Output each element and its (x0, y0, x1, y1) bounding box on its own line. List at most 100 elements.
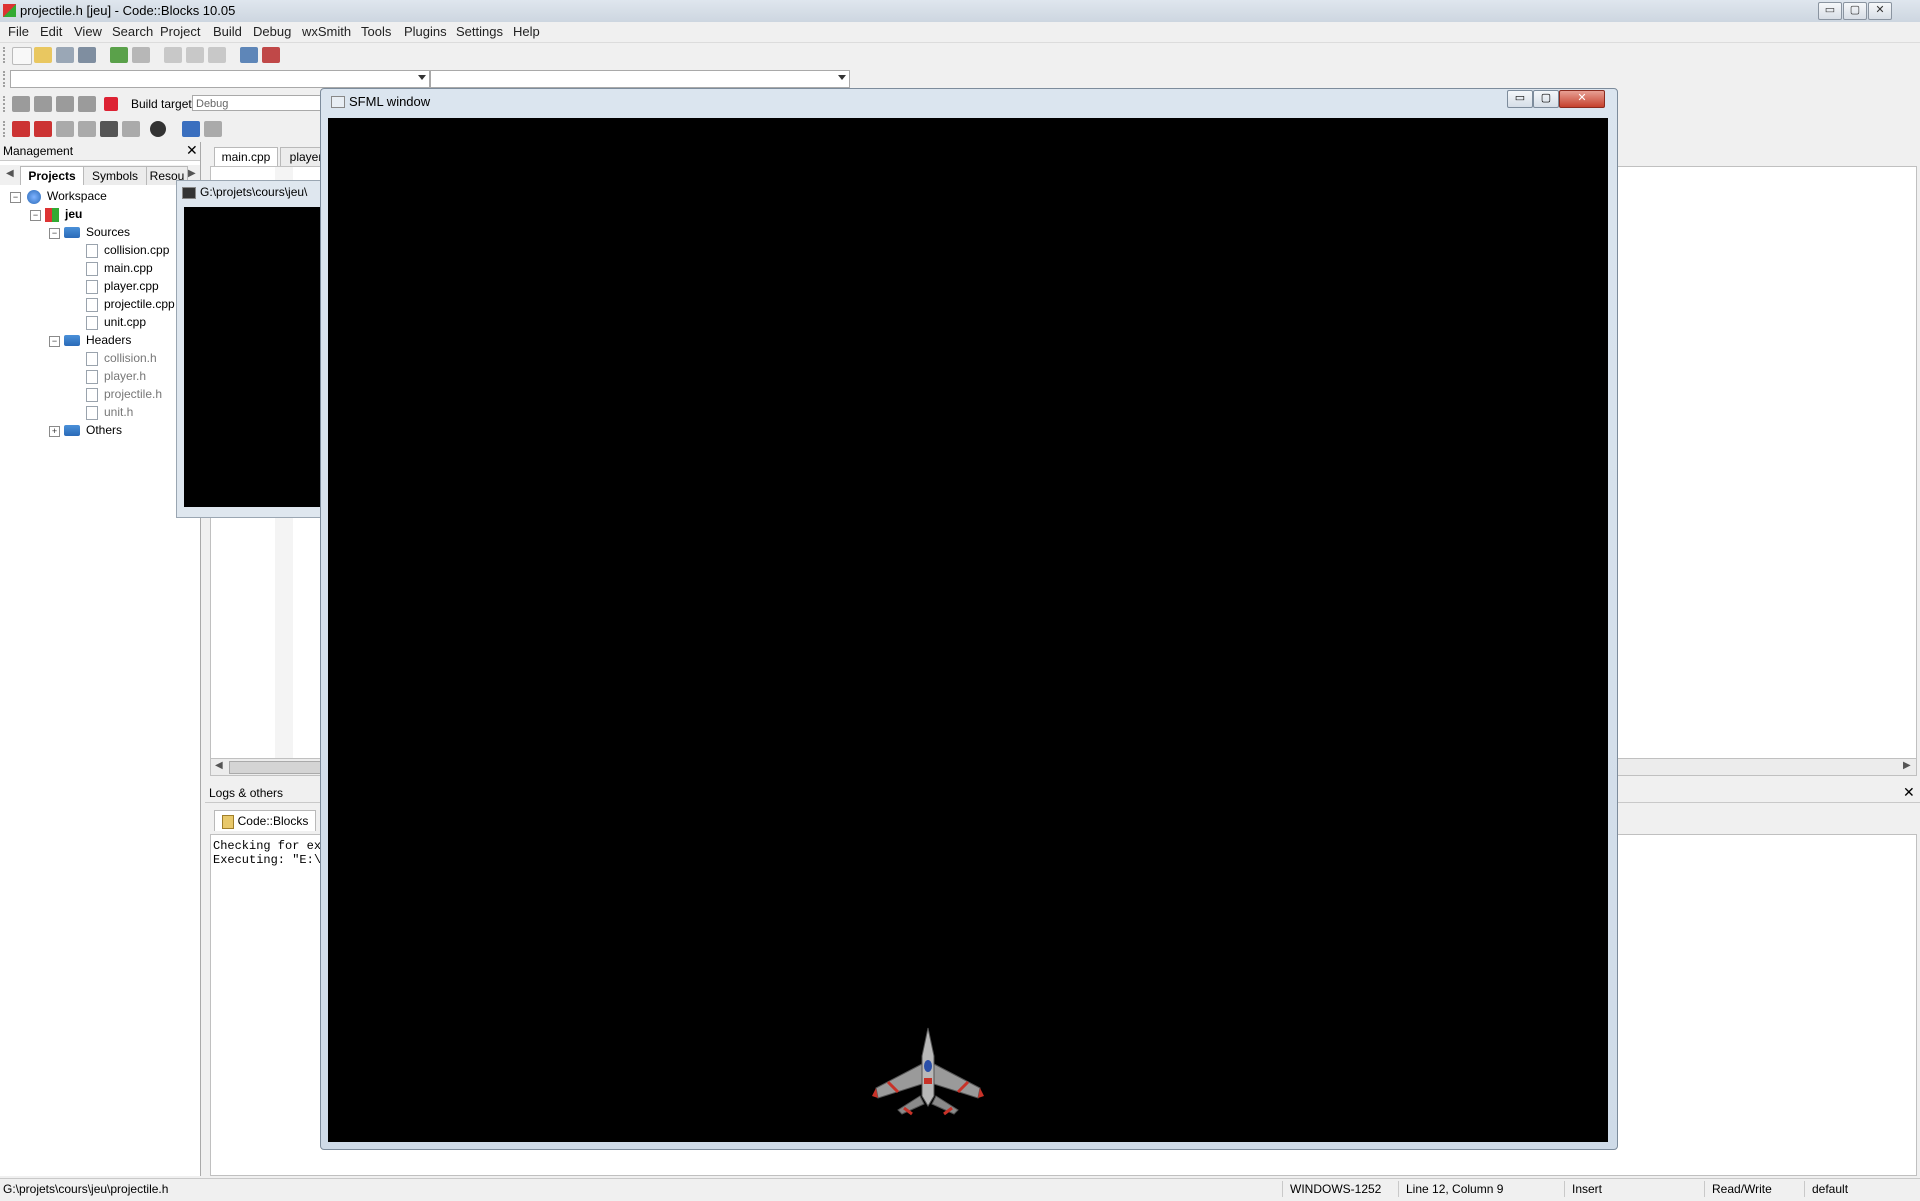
file-icon (86, 261, 98, 276)
menu-view[interactable]: View (74, 24, 102, 39)
toolbar-grip[interactable] (3, 96, 8, 112)
menu-project[interactable]: Project (160, 24, 200, 39)
tree-file[interactable]: collision.cpp (86, 241, 169, 259)
find-icon[interactable] (240, 47, 258, 63)
close-button[interactable]: ✕ (1868, 2, 1892, 20)
file-label: player.h (104, 369, 147, 383)
build-target-combo[interactable]: Debug (192, 95, 322, 111)
debug-windows-icon[interactable] (182, 121, 200, 137)
paste-icon[interactable] (208, 47, 226, 63)
sfml-close-button[interactable]: ✕ (1559, 90, 1605, 108)
menu-debug[interactable]: Debug (253, 24, 291, 39)
step-into-icon[interactable] (78, 121, 96, 137)
tree-folder-sources[interactable]: Sources (64, 223, 130, 241)
replace-icon[interactable] (262, 47, 280, 63)
close-panel-icon[interactable]: ✕ (186, 142, 198, 159)
save-icon[interactable] (56, 47, 74, 63)
tree-project-jeu[interactable]: jeu (45, 205, 82, 223)
status-lang: default (1812, 1182, 1849, 1196)
menu-build[interactable]: Build (213, 24, 242, 39)
collapse-icon[interactable]: − (49, 228, 60, 239)
tree-file[interactable]: player.cpp (86, 277, 159, 295)
tree-file[interactable]: main.cpp (86, 259, 153, 277)
management-header: Management ✕ (0, 142, 200, 161)
tree-file[interactable]: projectile.cpp (86, 295, 175, 313)
build-target-label: Build target: (131, 97, 196, 111)
status-path: G:\projets\cours\jeu\projectile.h (3, 1182, 169, 1196)
save-all-icon[interactable] (78, 47, 96, 63)
function-combo[interactable] (430, 70, 850, 88)
open-icon[interactable] (34, 47, 52, 63)
folder-label: Headers (86, 333, 132, 347)
menu-help[interactable]: Help (513, 24, 540, 39)
chevron-left-icon[interactable]: ◀ (6, 168, 14, 179)
menu-tools[interactable]: Tools (361, 24, 391, 39)
tab-codeblocks-log[interactable]: Code::Blocks (214, 810, 316, 831)
stop-debug-icon[interactable] (150, 121, 166, 137)
menu-settings[interactable]: Settings (456, 24, 503, 39)
console-title-bar[interactable]: G:\projets\cours\jeu\ (177, 181, 327, 203)
collapse-icon[interactable]: − (10, 192, 21, 203)
chevron-right-icon[interactable]: ▶ (188, 168, 196, 179)
tree-file[interactable]: projectile.h (86, 385, 162, 403)
close-panel-icon[interactable]: ✕ (1903, 784, 1915, 801)
sfml-maximize-button[interactable]: ▢ (1533, 90, 1559, 108)
scope-combo[interactable] (10, 70, 430, 88)
menu-wxsmith[interactable]: wxSmith (302, 24, 351, 39)
minimize-button[interactable]: ▭ (1818, 2, 1842, 20)
info-icon[interactable] (204, 121, 222, 137)
run-icon[interactable] (34, 96, 52, 112)
undo-icon[interactable] (110, 47, 128, 63)
expand-icon[interactable]: + (49, 426, 60, 437)
game-canvas[interactable] (328, 118, 1608, 1142)
chevron-right-icon[interactable]: ▶ (1903, 760, 1911, 771)
debug-icon[interactable] (12, 121, 30, 137)
file-label: collision.cpp (104, 243, 170, 257)
folder-icon (64, 227, 80, 239)
tree-folder-headers[interactable]: Headers (64, 331, 131, 349)
new-file-icon[interactable] (12, 47, 32, 65)
tree-file[interactable]: unit.cpp (86, 313, 146, 331)
collapse-icon[interactable]: − (49, 336, 60, 347)
redo-icon[interactable] (132, 47, 150, 63)
folder-icon (64, 425, 80, 437)
tab-projects[interactable]: Projects (20, 166, 84, 185)
file-icon (86, 405, 98, 420)
maximize-button[interactable]: ▢ (1843, 2, 1867, 20)
menu-edit[interactable]: Edit (40, 24, 62, 39)
tab-symbols[interactable]: Symbols (83, 166, 147, 185)
tab-label: Code::Blocks (237, 814, 309, 828)
sfml-minimize-button[interactable]: ▭ (1507, 90, 1533, 108)
stop-build-icon[interactable] (104, 97, 118, 111)
status-divider (1804, 1181, 1805, 1197)
file-icon (86, 351, 98, 366)
copy-icon[interactable] (186, 47, 204, 63)
tree-workspace[interactable]: Workspace (27, 187, 107, 205)
next-instruction-icon[interactable] (122, 121, 140, 137)
status-access: Read/Write (1712, 1182, 1772, 1196)
tree-file[interactable]: unit.h (86, 403, 133, 421)
console-window[interactable]: G:\projets\cours\jeu\ (176, 180, 328, 518)
chevron-left-icon[interactable]: ◀ (215, 760, 223, 771)
tree-file[interactable]: collision.h (86, 349, 157, 367)
menu-file[interactable]: File (8, 24, 29, 39)
file-icon (86, 387, 98, 402)
toolbar-grip[interactable] (3, 121, 8, 137)
toolbar-grip[interactable] (3, 71, 8, 87)
tree-file[interactable]: player.h (86, 367, 146, 385)
tab-main-cpp[interactable]: main.cpp (214, 147, 278, 166)
folder-label: Sources (86, 225, 131, 239)
build-run-icon[interactable] (56, 96, 74, 112)
run-to-cursor-icon[interactable] (34, 121, 52, 137)
menu-search[interactable]: Search (112, 24, 153, 39)
toolbar-grip[interactable] (3, 47, 8, 63)
status-divider (1564, 1181, 1565, 1197)
tree-folder-others[interactable]: Others (64, 421, 122, 439)
next-line-icon[interactable] (56, 121, 74, 137)
menu-plugins[interactable]: Plugins (404, 24, 447, 39)
collapse-icon[interactable]: − (30, 210, 41, 221)
cut-icon[interactable] (164, 47, 182, 63)
rebuild-icon[interactable] (78, 96, 96, 112)
settings-icon[interactable] (12, 96, 30, 112)
step-out-icon[interactable] (100, 121, 118, 137)
